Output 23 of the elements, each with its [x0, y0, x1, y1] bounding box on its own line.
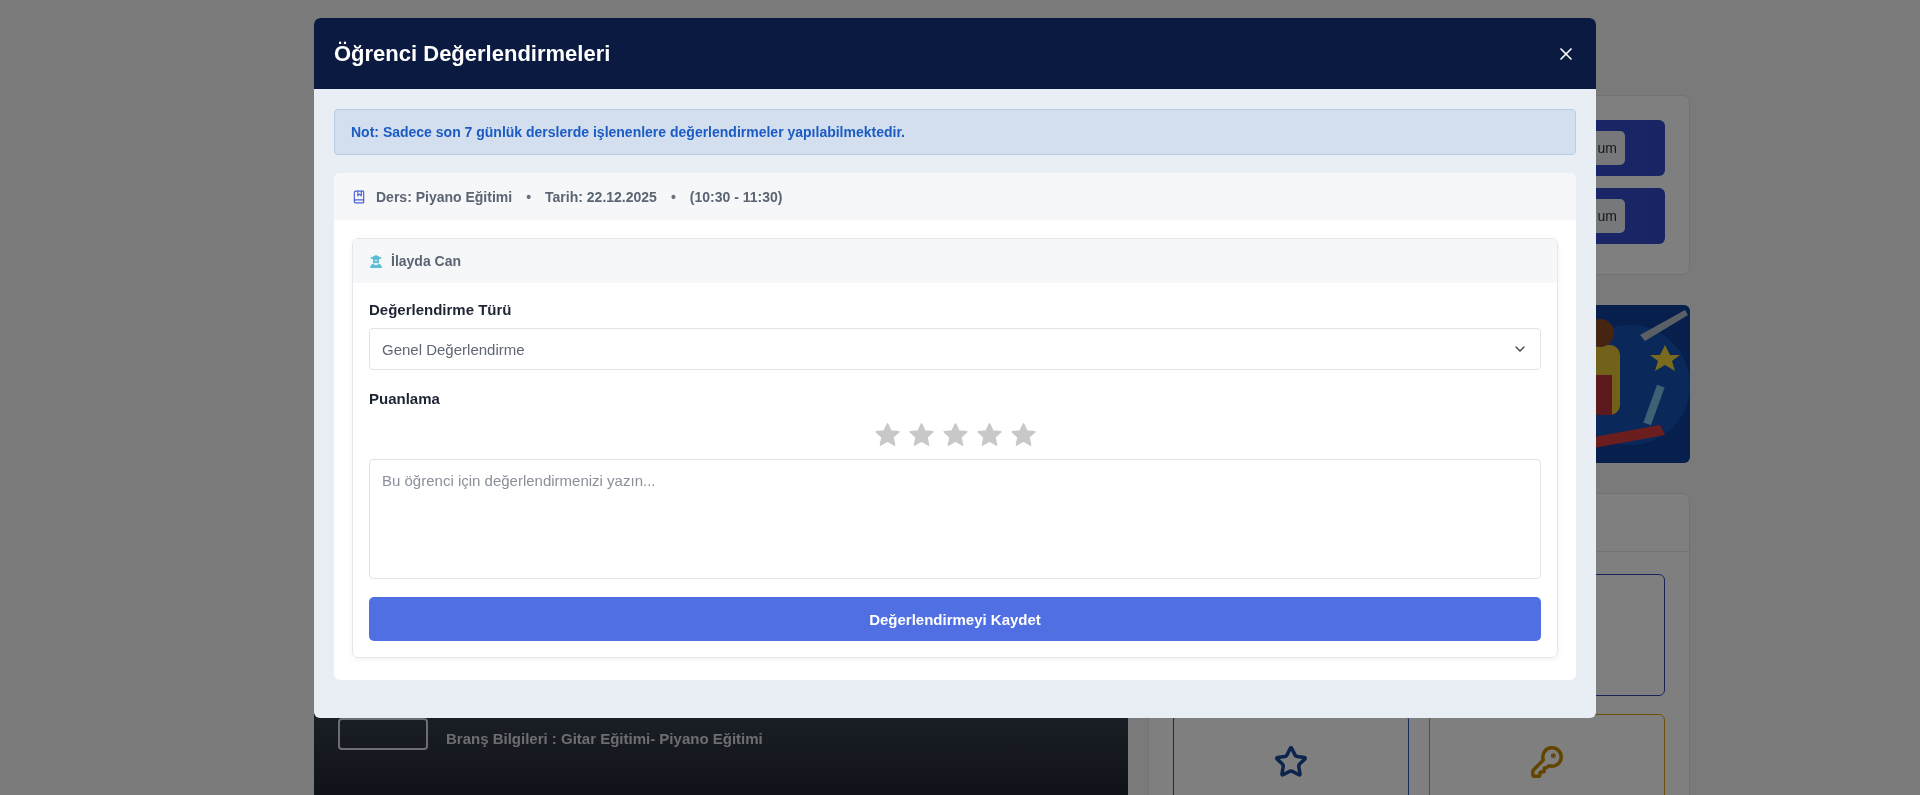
- rating-star[interactable]: [942, 423, 968, 447]
- separator-dot: •: [669, 188, 677, 205]
- separator-dot: •: [525, 188, 533, 205]
- student-name: İlayda Can: [391, 253, 462, 269]
- rating-star[interactable]: [908, 423, 934, 447]
- star-icon: [1274, 745, 1308, 779]
- field-label: Puanlama: [369, 390, 441, 407]
- info-note: Not: Sadece son 7 günlük derslerde işlenenlere değerlendirmeler yapılabilmektedir.: [334, 109, 1576, 155]
- lesson-detail: Tarih: 22.12.2025: [545, 188, 657, 205]
- lesson-detail: Ders: Piyano Eğitimi: [376, 188, 513, 205]
- lesson-detail: (10:30 - 11:30): [689, 188, 783, 205]
- branch-info: Branş Bilgileri : Gitar Eğitimi- Piyano Eğitimi: [446, 730, 763, 747]
- save-button[interactable]: Değerlendirmeyi Kaydet: [369, 597, 1541, 641]
- dialog-title: Öğrenci Değerlendirmeleri: [334, 40, 611, 67]
- type-select[interactable]: Genel Değerlendirme: [369, 328, 1541, 370]
- rating-star[interactable]: [1010, 423, 1036, 447]
- field-label: Değerlendirme Türü: [369, 301, 513, 318]
- book-icon: [352, 189, 366, 204]
- rating-star[interactable]: [976, 423, 1002, 447]
- comment-field[interactable]: Bu öğrenci için değerlendirmenizi yazın...: [369, 459, 1541, 579]
- rating-star[interactable]: [874, 423, 900, 447]
- key-icon: [1530, 745, 1564, 779]
- student-icon: [369, 254, 383, 268]
